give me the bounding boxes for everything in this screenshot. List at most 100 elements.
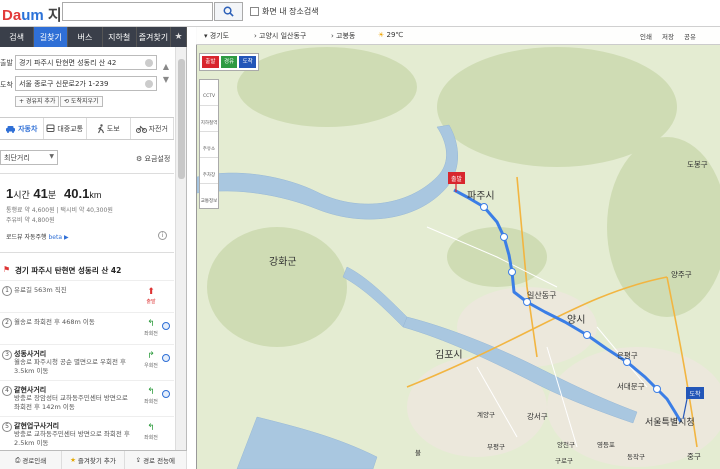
print-route-button[interactable]: ⎙ 경로인쇄 (0, 451, 63, 469)
info-icon[interactable]: i (158, 231, 167, 240)
map-canvas[interactable]: 출발 도착 파주시 강화군 김포시 일산동구 서울특별시청 양시 은평구 서대문… (196, 27, 720, 469)
arrow-up-icon: ⬆ (147, 287, 155, 297)
share-route-button[interactable]: ⇪ 경로 전능에 (125, 451, 187, 469)
scrollbar-thumb[interactable] (178, 59, 185, 179)
roadview-camera-icon[interactable] (162, 322, 170, 330)
roadview-autoplay-link[interactable]: 로드뷰 자동주행 beta ▶ (6, 232, 69, 241)
mode-car[interactable]: 자동차 (0, 118, 44, 139)
map-label: 파주시 (467, 190, 495, 202)
mode-bicycle-label: 자전거 (148, 124, 168, 133)
star-icon: ★ (70, 456, 76, 464)
step-number: 4 (2, 386, 12, 396)
destination-input[interactable]: 서울 종로구 신문로2가 1-239 (15, 76, 157, 91)
step-direction-label: 우회전 (144, 363, 158, 369)
route-step[interactable]: 4 갈현사거리 방충로 장암성터 교하동주민센터 방면으로 좌회전 후 142m… (0, 380, 174, 412)
step-number: 1 (2, 286, 12, 296)
map-label: 계양구 (477, 410, 495, 419)
distance-unit: km (89, 190, 102, 200)
legend-start[interactable]: 출발 (202, 56, 219, 68)
area-search-checkbox[interactable]: 화면 내 장소검색 (250, 6, 319, 17)
turn-left-icon: ↰ (147, 387, 155, 397)
start-marker[interactable]: 출발 (448, 172, 465, 192)
step-number: 2 (2, 318, 12, 328)
tab-directions[interactable]: 길찾기 (34, 27, 69, 47)
print-icon: ⎙ (15, 455, 21, 464)
end-marker-label: 도착 (689, 390, 701, 398)
roadview-camera-icon[interactable] (162, 390, 170, 398)
chevron-down-icon: ▼ (49, 153, 54, 160)
tool-traffic-label: 교통정보 (200, 199, 218, 204)
add-waypoint-button[interactable]: + 경유지 추가 (15, 96, 60, 107)
map-label: 김포시 (435, 349, 463, 361)
print-route-label: 경로인쇄 (22, 457, 47, 465)
origin-label: 출발 (0, 59, 13, 67)
map-label: 구로구 (555, 457, 573, 465)
dest-label: 도착 (0, 81, 13, 89)
tool-gas-label: 주유소 (202, 147, 216, 152)
tab-subway[interactable]: 지하철 (103, 27, 137, 47)
map-label: 강화군 (269, 256, 297, 268)
top-bar: Daum 지도 화면 내 장소검색 (0, 0, 720, 27)
tool-gas-station[interactable]: 주유소 (200, 132, 218, 158)
start-point-row[interactable]: ⚑ 경기 파주시 탄현면 성동리 산 42 (0, 252, 174, 278)
share-icon: ⇪ (135, 456, 142, 464)
share-route-label: 경로 전능에 (143, 457, 176, 465)
chevron-right-icon: › (254, 32, 257, 40)
mode-bicycle[interactable]: 자전거 (131, 118, 174, 139)
route-option-select[interactable]: 최단거리 ▼ (0, 150, 58, 165)
breadcrumb-city[interactable]: › 고양시 일산동구 (254, 31, 306, 41)
mode-transit[interactable]: 대중교통 (44, 118, 87, 139)
step-number: 3 (2, 350, 12, 360)
roadview-label: 로드뷰 자동주행 (6, 234, 47, 241)
clear-origin-icon[interactable] (145, 59, 153, 67)
save-map-link[interactable]: 저장 (662, 31, 674, 41)
roadview-camera-icon[interactable] (162, 354, 170, 362)
directions-panel: 출발 경기 파주시 탄현면 성동리 산 42 도착 서울 종로구 신문로2가 1… (0, 47, 187, 450)
tool-traffic[interactable]: 교통정보 (200, 184, 218, 210)
print-map-link[interactable]: 인쇄 (640, 31, 652, 41)
breadcrumb-dong[interactable]: › 고봉동 (331, 31, 355, 41)
add-favorite-button[interactable]: ★ 즐겨찾기 추가 (62, 451, 125, 469)
map-label: 강서구 (527, 411, 548, 421)
step-direction-label: 좌회전 (144, 399, 158, 405)
legend-waypoint[interactable]: 경유 (220, 56, 238, 68)
breadcrumb-region[interactable]: ▾ 경기도 (204, 31, 229, 41)
walk-icon (97, 123, 104, 133)
map-graphics[interactable]: 출발 도착 파주시 강화군 김포시 일산동구 서울특별시청 양시 은평구 서대문… (197, 27, 720, 469)
checkbox-box[interactable] (250, 7, 259, 16)
mode-walk[interactable]: 도보 (87, 118, 131, 139)
swap-route-icon[interactable]: ▲ ▼ (162, 60, 170, 86)
tool-subway[interactable]: 지하철역 (200, 106, 218, 132)
legend-end[interactable]: 도착 (239, 56, 257, 68)
start-point-address: 경기 파주시 탄현면 성동리 산 42 (15, 266, 122, 275)
tool-cctv[interactable]: CCTV (200, 80, 218, 106)
step-number: 5 (2, 422, 12, 432)
origin-input[interactable]: 경기 파주시 탄현면 성동리 산 42 (15, 55, 157, 70)
tab-search[interactable]: 검색 (0, 27, 35, 47)
route-step[interactable]: 2 월송로 좌회전 후 468m 이동 ↰ 좌회전 (0, 312, 174, 344)
share-map-link[interactable]: 공유 (684, 31, 696, 41)
search-input[interactable] (62, 2, 213, 21)
tool-cctv-label: CCTV (202, 94, 216, 99)
step-direction-label: 좌회전 (144, 435, 158, 441)
fare-settings-button[interactable]: ⚙ 요금설정 (136, 154, 170, 164)
panel-scrollbar[interactable] (175, 47, 186, 450)
panel-bottom-bar: ⎙ 경로인쇄 ★ 즐겨찾기 추가 ⇪ 경로 전능에 (0, 450, 187, 469)
step-description: 방충로 장암성터 교하동주민센터 방면으로 좌회전 후 142m 이동 (14, 394, 128, 411)
map-label: 일산동구 (527, 290, 556, 300)
favorite-star-icon[interactable]: ★ (171, 27, 188, 47)
search-button[interactable] (214, 2, 243, 21)
breadcrumb-dong-label: 고봉동 (336, 32, 356, 40)
reverse-route-button[interactable]: ⟲ 도착지우기 (60, 96, 103, 107)
route-step[interactable]: 1 유료길 563m 직진 ⬆ 출발 (0, 280, 174, 312)
tool-parking[interactable]: 주차장 (200, 158, 218, 184)
breadcrumb-region-label: 경기도 (209, 32, 230, 40)
transport-modes: 자동차 대중교통 도보 자전거 (0, 117, 174, 140)
clear-destination-icon[interactable] (145, 80, 153, 88)
mode-transit-label: 대중교통 (57, 124, 84, 133)
route-step[interactable]: 3 성동사거리 월송로 파주시청 공순 별면으로 우회전 후 3.5km 이동 … (0, 344, 174, 376)
tab-favorites[interactable]: 즐겨찾기 (137, 27, 172, 47)
distance-value: 40.1 (64, 186, 90, 201)
tab-bus[interactable]: 버스 (68, 27, 103, 47)
route-step[interactable]: 5 갈현업구사거리 방충로 교하동주민센터 방면으로 좌회전 후 2.5km 이… (0, 416, 174, 450)
